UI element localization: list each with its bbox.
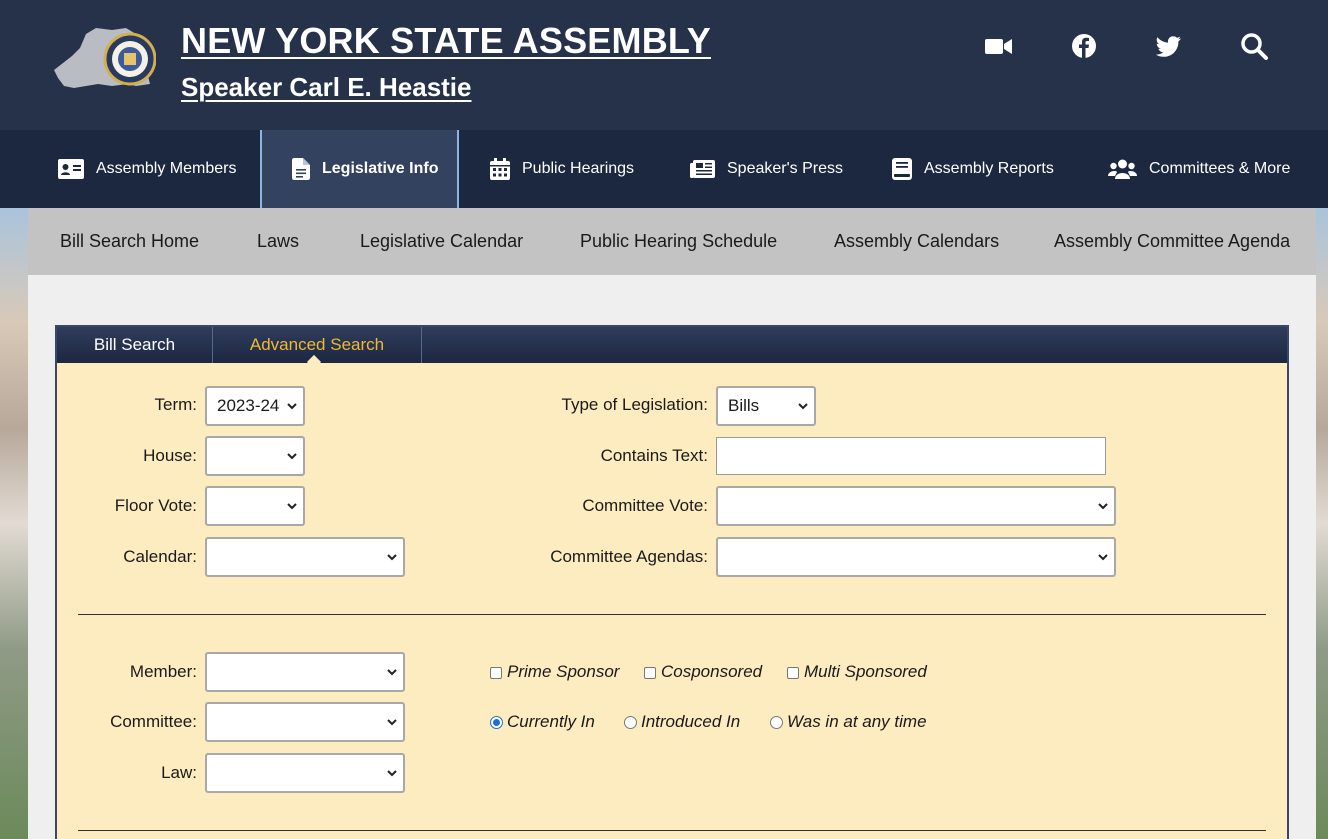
prime-sponsor-label: Prime Sponsor [507, 662, 620, 681]
sub-navigation: Bill Search Home Laws Legislative Calend… [28, 208, 1316, 275]
subnav-assembly-calendars[interactable]: Assembly Calendars [834, 231, 999, 252]
law-label: Law: [161, 763, 197, 782]
chevron-down-icon [387, 770, 397, 777]
newspaper-icon [690, 160, 715, 178]
chevron-down-icon [287, 403, 297, 410]
floor-vote-label: Floor Vote: [114, 496, 197, 515]
section-divider [78, 614, 1266, 615]
currently-in-radio[interactable] [490, 716, 503, 729]
assembly-logo[interactable] [52, 26, 157, 92]
search-tabs: Bill Search Advanced Search [57, 327, 1287, 363]
background-scenery-left [0, 208, 28, 839]
chevron-down-icon [287, 503, 297, 510]
term-value: 2023-24 [217, 396, 280, 415]
calendar-icon [490, 158, 510, 180]
book-icon [892, 158, 912, 180]
term-label: Term: [154, 395, 198, 414]
contains-text-input[interactable] [716, 437, 1106, 475]
chevron-down-icon [1098, 554, 1108, 561]
introduced-in-label: Introduced In [641, 712, 741, 731]
subnav-public-hearing-schedule[interactable]: Public Hearing Schedule [580, 231, 777, 252]
nav-label: Legislative Info [322, 160, 439, 177]
site-title[interactable]: NEW YORK STATE ASSEMBLY [181, 20, 711, 62]
committee-label: Committee: [110, 712, 197, 731]
site-header: NEW YORK STATE ASSEMBLY Speaker Carl E. … [0, 0, 1328, 130]
was-in-any-time-radio[interactable] [770, 716, 783, 729]
member-select[interactable] [205, 652, 405, 692]
chevron-down-icon [387, 719, 397, 726]
content-area: Bill Search Home Laws Legislative Calend… [28, 208, 1316, 839]
chevron-down-icon [387, 554, 397, 561]
chevron-down-icon [387, 669, 397, 676]
member-label: Member: [129, 662, 197, 681]
subnav-bill-search-home[interactable]: Bill Search Home [60, 231, 199, 252]
nav-label: Assembly Reports [924, 160, 1054, 177]
search-icon[interactable] [1239, 31, 1269, 61]
users-icon [1108, 159, 1137, 179]
calendar-label: Calendar: [123, 547, 197, 566]
floor-vote-select[interactable] [205, 486, 305, 526]
background-scenery-right [1316, 208, 1328, 839]
committee-select[interactable] [205, 702, 405, 742]
multi-sponsored-checkbox[interactable] [787, 667, 799, 679]
cosponsored-label: Cosponsored [661, 662, 763, 681]
committee-agendas-label: Committee Agendas: [550, 547, 708, 566]
introduced-in-radio[interactable] [624, 716, 637, 729]
nav-committees-more[interactable]: Committees & More [1108, 130, 1290, 208]
nav-speakers-press[interactable]: Speaker's Press [690, 130, 843, 208]
tab-bill-search[interactable]: Bill Search [57, 327, 213, 363]
nav-label: Public Hearings [522, 160, 635, 177]
section-divider [78, 830, 1266, 831]
main-navigation: Assembly Members Legislative Info Public… [0, 130, 1328, 208]
legislation-type-select[interactable]: Bills [716, 386, 816, 426]
subnav-assembly-committee-agenda[interactable]: Assembly Committee Agenda [1054, 231, 1290, 252]
legislation-type-label: Type of Legislation: [561, 395, 708, 414]
cosponsored-checkbox[interactable] [644, 667, 656, 679]
chevron-down-icon [1098, 503, 1108, 510]
facebook-icon[interactable] [1069, 31, 1099, 61]
was-in-any-time-label: Was in at any time [787, 712, 927, 731]
committee-vote-select[interactable] [716, 486, 1116, 526]
chevron-down-icon [287, 453, 297, 460]
twitter-icon[interactable] [1154, 31, 1184, 61]
currently-in-label: Currently In [507, 712, 595, 731]
subnav-laws[interactable]: Laws [257, 231, 299, 252]
nav-assembly-reports[interactable]: Assembly Reports [892, 130, 1054, 208]
contains-text-label: Contains Text: [600, 446, 708, 465]
committee-vote-label: Committee Vote: [582, 496, 708, 515]
legislation-type-value: Bills [728, 396, 760, 415]
nav-label: Assembly Members [96, 160, 237, 177]
nav-label: Committees & More [1149, 160, 1291, 177]
calendar-select[interactable] [205, 537, 405, 577]
committee-agendas-select[interactable] [716, 537, 1116, 577]
search-panel: Bill Search Advanced Search Term: 2023-2… [55, 325, 1289, 839]
house-select[interactable] [205, 436, 305, 476]
chevron-down-icon [798, 403, 808, 410]
multi-sponsored-label: Multi Sponsored [804, 662, 927, 681]
law-select[interactable] [205, 753, 405, 793]
term-select[interactable]: 2023-24 [205, 386, 305, 426]
speaker-link[interactable]: Speaker Carl E. Heastie [181, 72, 472, 103]
video-icon[interactable] [984, 31, 1014, 61]
nav-public-hearings[interactable]: Public Hearings [490, 130, 634, 208]
nav-legislative-info[interactable]: Legislative Info [260, 130, 459, 208]
prime-sponsor-checkbox[interactable] [490, 667, 502, 679]
id-card-icon [58, 159, 84, 179]
nav-assembly-members[interactable]: Assembly Members [58, 130, 236, 208]
document-icon [292, 158, 310, 180]
nav-label: Speaker's Press [727, 160, 843, 177]
subnav-legislative-calendar[interactable]: Legislative Calendar [360, 231, 523, 252]
house-label: House: [143, 446, 197, 465]
